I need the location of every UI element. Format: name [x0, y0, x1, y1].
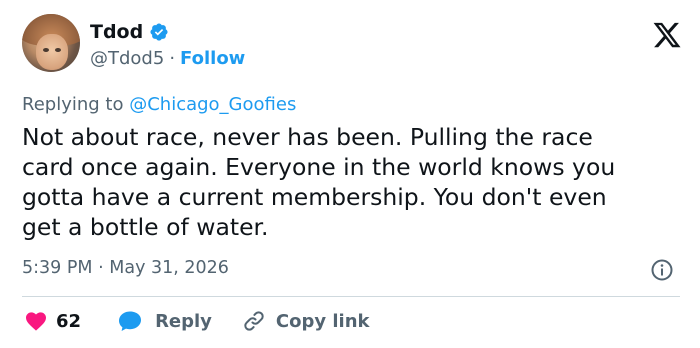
tweet-text: Not about race, never has been. Pulling …	[22, 123, 616, 241]
replying-to-prefix: Replying to	[22, 94, 124, 115]
reply-label: Reply	[155, 310, 212, 332]
verified-badge-icon	[150, 23, 168, 41]
copy-link-label: Copy link	[275, 310, 370, 332]
replying-to-mention[interactable]: @Chicago_Goofies	[129, 94, 296, 115]
info-icon[interactable]	[650, 258, 674, 282]
x-logo-icon[interactable]	[652, 20, 682, 50]
copy-link-button[interactable]: Copy link	[242, 309, 370, 333]
timestamp-separator: ·	[98, 258, 104, 278]
divider	[22, 296, 680, 297]
reply-button[interactable]: Reply	[117, 309, 212, 333]
avatar-eye-right	[55, 48, 61, 52]
action-bar: 62 Reply Copy link	[24, 306, 370, 336]
tweet-date: May 31, 2026	[109, 258, 229, 278]
user-handle[interactable]: @Tdod5	[90, 48, 164, 69]
reply-bubble-icon	[119, 311, 142, 331]
tweet-header: Tdod @Tdod5 · Follow	[22, 14, 682, 80]
replying-to: Replying to @Chicago_Goofies	[22, 94, 296, 115]
follow-button[interactable]: Follow	[180, 48, 245, 69]
avatar[interactable]	[22, 14, 80, 72]
avatar-face	[36, 34, 68, 70]
tweet-timestamp[interactable]: 5:39 PM · May 31, 2026	[22, 258, 229, 278]
author-info: Tdod @Tdod5 · Follow	[90, 20, 245, 69]
tweet-time: 5:39 PM	[22, 258, 93, 278]
heart-icon	[26, 312, 46, 331]
avatar-eye-left	[43, 48, 49, 52]
link-icon	[244, 311, 264, 331]
display-name[interactable]: Tdod	[90, 21, 143, 43]
like-button[interactable]: 62	[24, 309, 81, 333]
like-count: 62	[56, 310, 82, 332]
handle-separator: ·	[169, 48, 176, 69]
